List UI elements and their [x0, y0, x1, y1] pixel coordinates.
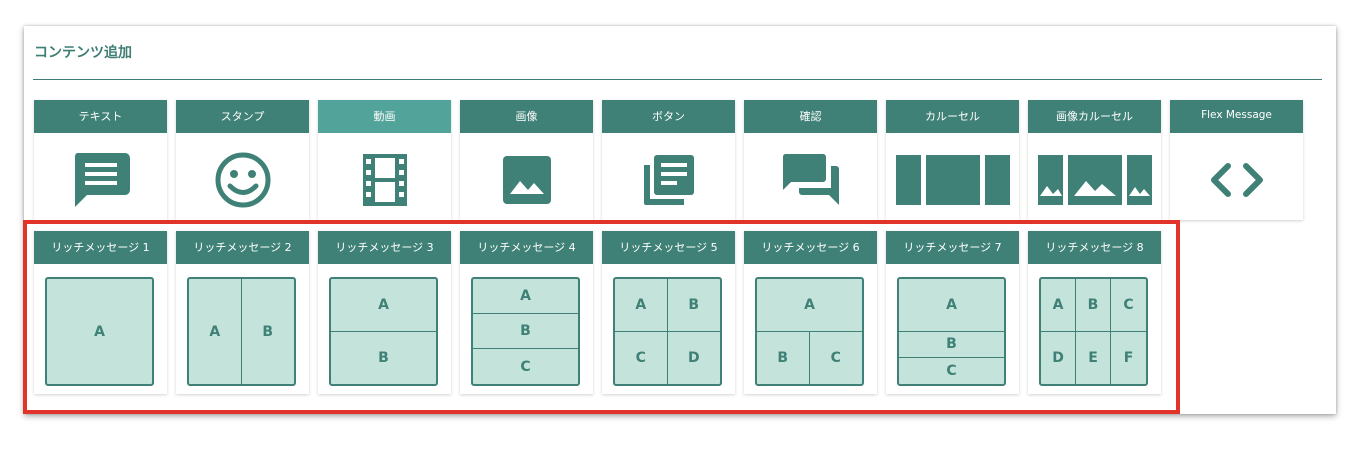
area-cell: A: [189, 279, 242, 384]
forum-icon: [744, 140, 877, 220]
area-cell: C: [946, 362, 957, 379]
layout-preview: A B C: [897, 277, 1006, 386]
image-icon: [460, 140, 593, 220]
area-cell: A: [899, 279, 1004, 332]
smiley-icon: [176, 140, 309, 220]
card-label: リッチメッセージ 7: [886, 231, 1019, 264]
area-cell: D: [1041, 331, 1076, 384]
rich-message-card-4[interactable]: リッチメッセージ 4 A B C: [460, 231, 593, 394]
area-cell: A: [1041, 279, 1076, 332]
rich-message-card-6[interactable]: リッチメッセージ 6 A B C: [744, 231, 877, 394]
content-card-flex-message[interactable]: Flex Message: [1170, 100, 1303, 220]
card-label: ボタン: [602, 100, 735, 133]
layout-preview: A B C D E F: [1039, 277, 1148, 386]
area-cell: C: [830, 349, 841, 366]
layout-preview: A B C: [471, 277, 580, 386]
card-label: リッチメッセージ 1: [34, 231, 167, 264]
content-card-image[interactable]: 画像: [460, 100, 593, 220]
layout-preview: A: [45, 277, 154, 386]
area-cell: F: [1123, 349, 1134, 366]
area-cell: B: [757, 331, 810, 384]
card-label: スタンプ: [176, 100, 309, 133]
card-label: リッチメッセージ 6: [744, 231, 877, 264]
area-cell: A: [757, 279, 862, 332]
layout-preview: A B: [329, 277, 438, 386]
area-cell: C: [1111, 279, 1146, 332]
layout-preview: A B C D: [613, 277, 722, 386]
card-label: Flex Message: [1170, 100, 1303, 133]
card-label: 画像: [460, 100, 593, 133]
content-card-confirm[interactable]: 確認: [744, 100, 877, 220]
layout-preview: A B: [187, 277, 296, 386]
area-cell: C: [520, 358, 531, 375]
area-cell: E: [1076, 331, 1111, 384]
area-cell: D: [687, 349, 700, 366]
card-label: カルーセル: [886, 100, 1019, 133]
card-label: 画像カルーセル: [1028, 100, 1161, 133]
card-label: リッチメッセージ 5: [602, 231, 735, 264]
chat-bubble-icon: [34, 140, 167, 220]
image-carousel-icon: [1028, 140, 1161, 220]
carousel-icon: [886, 140, 1019, 220]
content-card-sticker[interactable]: スタンプ: [176, 100, 309, 220]
content-card-carousel[interactable]: カルーセル: [886, 100, 1019, 220]
area-cell: B: [1076, 279, 1111, 332]
card-label: リッチメッセージ 4: [460, 231, 593, 264]
card-label: テキスト: [34, 100, 167, 133]
rich-message-card-1[interactable]: リッチメッセージ 1 A: [34, 231, 167, 394]
card-label: リッチメッセージ 8: [1028, 231, 1161, 264]
panel-title: コンテンツ追加: [34, 45, 132, 61]
library-books-icon: [602, 140, 735, 220]
area-cell: A: [94, 323, 105, 340]
area-cell: A: [331, 279, 436, 332]
content-card-video[interactable]: 動画: [318, 100, 451, 220]
area-cell: A: [615, 279, 668, 332]
content-card-image-carousel[interactable]: 画像カルーセル: [1028, 100, 1161, 220]
layout-preview: A B C: [755, 277, 864, 386]
area-cell: B: [378, 349, 389, 366]
area-cell: A: [473, 279, 578, 314]
content-card-text[interactable]: テキスト: [34, 100, 167, 220]
area-cell: B: [667, 279, 720, 332]
area-cell: B: [473, 314, 578, 349]
area-cell: B: [262, 323, 274, 340]
title-divider: [33, 79, 1322, 80]
film-icon: [318, 140, 451, 220]
content-card-button[interactable]: ボタン: [602, 100, 735, 220]
card-label: 動画: [318, 100, 451, 133]
content-add-panel: コンテンツ追加 テキスト スタンプ 動画 画像 ボタン 確認 カルーセル 画像カ…: [24, 26, 1336, 414]
card-label: リッチメッセージ 3: [318, 231, 451, 264]
rich-message-card-2[interactable]: リッチメッセージ 2 A B: [176, 231, 309, 394]
code-brackets-icon: [1170, 140, 1303, 220]
area-cell: C: [615, 331, 668, 384]
card-label: リッチメッセージ 2: [176, 231, 309, 264]
rich-message-card-5[interactable]: リッチメッセージ 5 A B C D: [602, 231, 735, 394]
card-label: 確認: [744, 100, 877, 133]
area-cell: B: [899, 332, 1004, 358]
rich-message-card-8[interactable]: リッチメッセージ 8 A B C D E F: [1028, 231, 1161, 394]
rich-message-card-7[interactable]: リッチメッセージ 7 A B C: [886, 231, 1019, 394]
rich-message-card-3[interactable]: リッチメッセージ 3 A B: [318, 231, 451, 394]
